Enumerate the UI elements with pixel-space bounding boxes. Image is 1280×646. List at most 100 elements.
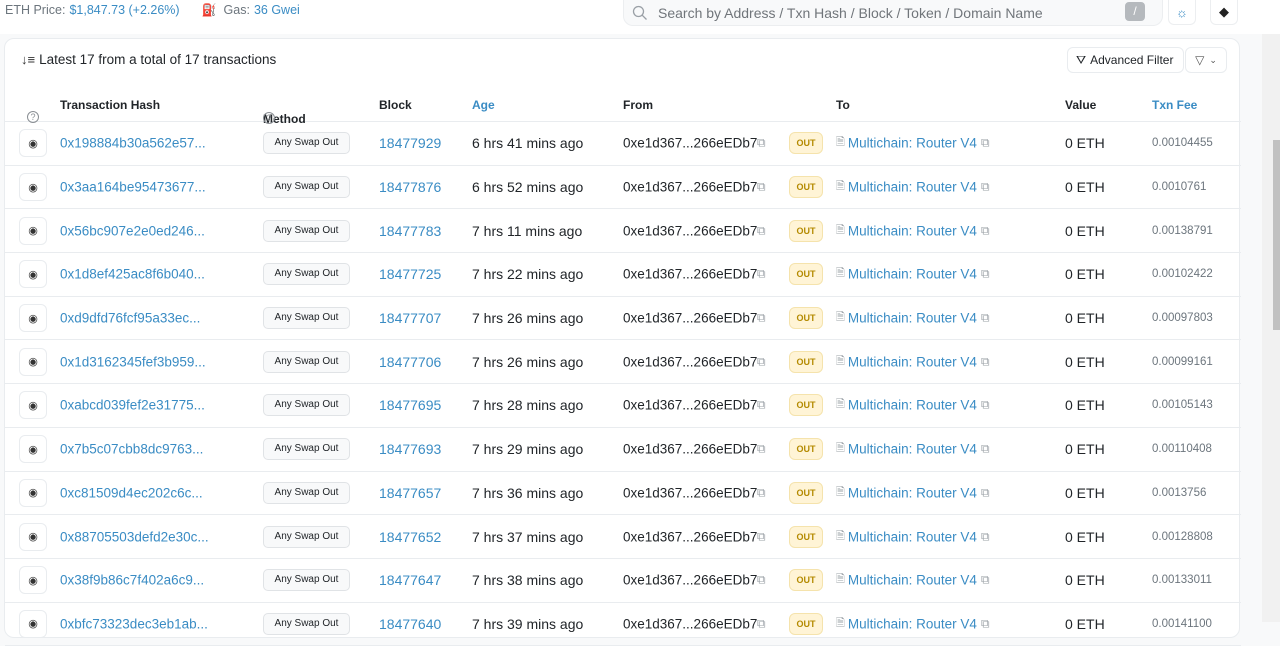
copy-icon[interactable]: ⧉ bbox=[981, 136, 990, 151]
to-address-link[interactable]: 🗎 Multichain: Router V4 bbox=[836, 440, 977, 459]
view-details-button[interactable]: ◉ bbox=[19, 435, 47, 464]
block-link[interactable]: 18477652 bbox=[379, 529, 441, 545]
contract-icon: 🗎 bbox=[836, 311, 845, 324]
theme-toggle-button[interactable]: ☼ bbox=[1168, 0, 1196, 25]
to-address-link[interactable]: 🗎 Multichain: Router V4 bbox=[836, 352, 977, 371]
copy-icon[interactable]: ⧉ bbox=[981, 267, 990, 282]
block-link[interactable]: 18477695 bbox=[379, 397, 441, 413]
copy-icon[interactable]: ⧉ bbox=[981, 398, 990, 413]
block-link[interactable]: 18477706 bbox=[379, 354, 441, 370]
block-link[interactable]: 18477707 bbox=[379, 310, 441, 326]
gas-value[interactable]: 36 Gwei bbox=[254, 3, 300, 17]
copy-icon[interactable]: ⧉ bbox=[757, 354, 766, 369]
block-link[interactable]: 18477647 bbox=[379, 572, 441, 588]
search-bar[interactable]: / bbox=[623, 0, 1163, 26]
copy-icon[interactable]: ⧉ bbox=[981, 442, 990, 457]
transaction-hash-link[interactable]: 0xabcd039fef2e31775... bbox=[60, 398, 205, 413]
to-address-link[interactable]: 🗎 Multichain: Router V4 bbox=[836, 221, 977, 240]
transaction-hash-link[interactable]: 0x3aa164be95473677... bbox=[60, 180, 206, 195]
to-address-link[interactable]: 🗎 Multichain: Router V4 bbox=[836, 614, 977, 633]
block-link[interactable]: 18477640 bbox=[379, 616, 441, 632]
transaction-hash-link[interactable]: 0x7b5c07cbb8dc9763... bbox=[60, 442, 203, 457]
column-header-age[interactable]: Age bbox=[472, 98, 495, 112]
from-address[interactable]: 0xe1d367...266eEDb7 bbox=[623, 398, 757, 413]
block-link[interactable]: 18477876 bbox=[379, 179, 441, 195]
filter-dropdown-button[interactable]: ▽ ⌄ bbox=[1185, 47, 1227, 73]
block-link[interactable]: 18477783 bbox=[379, 223, 441, 239]
transaction-hash-link[interactable]: 0xd9dfd76fcf95a33ec... bbox=[60, 311, 200, 326]
scrollbar-thumb[interactable] bbox=[1273, 140, 1280, 330]
view-details-button[interactable]: ◉ bbox=[19, 173, 47, 202]
view-details-button[interactable]: ◉ bbox=[19, 260, 47, 289]
from-address[interactable]: 0xe1d367...266eEDb7 bbox=[623, 529, 757, 544]
from-address[interactable]: 0xe1d367...266eEDb7 bbox=[623, 223, 757, 238]
copy-icon[interactable]: ⧉ bbox=[757, 398, 766, 413]
column-header-txn-fee[interactable]: Txn Fee bbox=[1152, 98, 1197, 112]
network-button[interactable]: ◆ bbox=[1210, 0, 1238, 25]
copy-icon[interactable]: ⧉ bbox=[757, 311, 766, 326]
view-details-button[interactable]: ◉ bbox=[19, 304, 47, 333]
eth-price-value[interactable]: $1,847.73 (+2.26%) bbox=[69, 3, 179, 17]
block-link[interactable]: 18477657 bbox=[379, 485, 441, 501]
copy-icon[interactable]: ⧉ bbox=[757, 573, 766, 588]
to-address-link[interactable]: 🗎 Multichain: Router V4 bbox=[836, 309, 977, 328]
from-address[interactable]: 0xe1d367...266eEDb7 bbox=[623, 267, 757, 282]
copy-icon[interactable]: ⧉ bbox=[981, 529, 990, 544]
view-details-button[interactable]: ◉ bbox=[19, 347, 47, 376]
transaction-hash-link[interactable]: 0x1d3162345fef3b959... bbox=[60, 354, 206, 369]
copy-icon[interactable]: ⧉ bbox=[757, 442, 766, 457]
block-link[interactable]: 18477693 bbox=[379, 441, 441, 457]
transaction-hash-link[interactable]: 0x88705503defd2e30c... bbox=[60, 529, 209, 544]
from-address[interactable]: 0xe1d367...266eEDb7 bbox=[623, 616, 757, 631]
copy-icon[interactable]: ⧉ bbox=[757, 267, 766, 282]
from-address[interactable]: 0xe1d367...266eEDb7 bbox=[623, 311, 757, 326]
view-details-button[interactable]: ◉ bbox=[19, 391, 47, 420]
copy-icon[interactable]: ⧉ bbox=[981, 311, 990, 326]
transaction-hash-link[interactable]: 0x1d8ef425ac8f6b040... bbox=[60, 267, 205, 282]
transaction-hash-link[interactable]: 0xc81509d4ec202c6c... bbox=[60, 485, 203, 500]
to-address-link[interactable]: 🗎 Multichain: Router V4 bbox=[836, 571, 977, 590]
from-address[interactable]: 0xe1d367...266eEDb7 bbox=[623, 442, 757, 457]
view-details-button[interactable]: ◉ bbox=[19, 129, 47, 158]
to-address-link[interactable]: 🗎 Multichain: Router V4 bbox=[836, 483, 977, 502]
copy-icon[interactable]: ⧉ bbox=[981, 485, 990, 500]
from-address[interactable]: 0xe1d367...266eEDb7 bbox=[623, 180, 757, 195]
transaction-hash-link[interactable]: 0xbfc73323dec3eb1ab... bbox=[60, 616, 208, 631]
copy-icon[interactable]: ⧉ bbox=[757, 223, 766, 238]
copy-icon[interactable]: ⧉ bbox=[981, 180, 990, 195]
to-address-link[interactable]: 🗎 Multichain: Router V4 bbox=[836, 265, 977, 284]
copy-icon[interactable]: ⧉ bbox=[757, 616, 766, 631]
from-address[interactable]: 0xe1d367...266eEDb7 bbox=[623, 573, 757, 588]
contract-icon: 🗎 bbox=[836, 136, 845, 149]
to-address-link[interactable]: 🗎 Multichain: Router V4 bbox=[836, 134, 977, 153]
view-details-button[interactable]: ◉ bbox=[19, 478, 47, 507]
search-input[interactable] bbox=[658, 4, 1128, 21]
from-address[interactable]: 0xe1d367...266eEDb7 bbox=[623, 136, 757, 151]
to-address-link[interactable]: 🗎 Multichain: Router V4 bbox=[836, 527, 977, 546]
copy-icon[interactable]: ⧉ bbox=[757, 485, 766, 500]
from-address[interactable]: 0xe1d367...266eEDb7 bbox=[623, 354, 757, 369]
from-address[interactable]: 0xe1d367...266eEDb7 bbox=[623, 485, 757, 500]
view-details-button[interactable]: ◉ bbox=[19, 566, 47, 595]
view-details-button[interactable]: ◉ bbox=[19, 216, 47, 245]
copy-icon[interactable]: ⧉ bbox=[981, 354, 990, 369]
transaction-hash-link[interactable]: 0x198884b30a562e57... bbox=[60, 136, 206, 151]
copy-icon[interactable]: ⧉ bbox=[981, 223, 990, 238]
block-link[interactable]: 18477929 bbox=[379, 135, 441, 151]
method-badge: Any Swap Out bbox=[263, 132, 350, 155]
to-address-label: Multichain: Router V4 bbox=[847, 135, 977, 151]
copy-icon[interactable]: ⧉ bbox=[757, 136, 766, 151]
copy-icon[interactable]: ⧉ bbox=[757, 529, 766, 544]
view-details-button[interactable]: ◉ bbox=[19, 522, 47, 551]
copy-icon[interactable]: ⧉ bbox=[981, 573, 990, 588]
transaction-hash-link[interactable]: 0x56bc907e2e0ed246... bbox=[60, 223, 205, 238]
copy-icon[interactable]: ⧉ bbox=[981, 616, 990, 631]
advanced-filter-button[interactable]: ⛛ Advanced Filter bbox=[1067, 47, 1185, 73]
copy-icon[interactable]: ⧉ bbox=[757, 180, 766, 195]
transaction-hash-link[interactable]: 0x38f9b86c7f402a6c9... bbox=[60, 573, 204, 588]
method-badge: Any Swap Out bbox=[263, 394, 350, 417]
to-address-link[interactable]: 🗎 Multichain: Router V4 bbox=[836, 178, 977, 197]
view-details-button[interactable]: ◉ bbox=[19, 609, 47, 638]
to-address-link[interactable]: 🗎 Multichain: Router V4 bbox=[836, 396, 977, 415]
block-link[interactable]: 18477725 bbox=[379, 266, 441, 282]
